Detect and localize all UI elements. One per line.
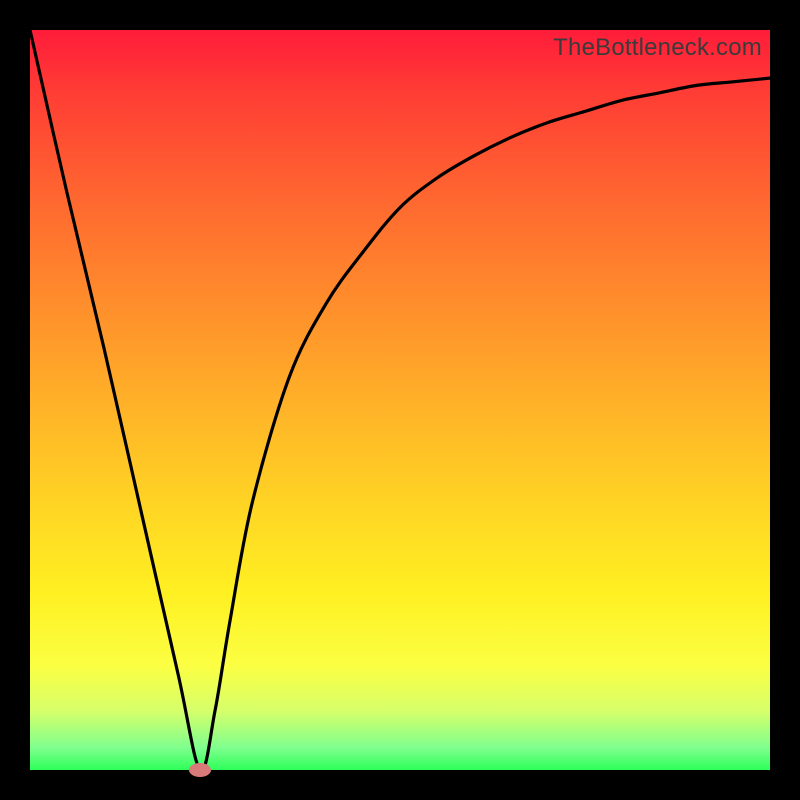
chart-frame: TheBottleneck.com [0, 0, 800, 800]
minimum-marker [189, 763, 211, 777]
plot-area: TheBottleneck.com [30, 30, 770, 770]
bottleneck-curve [30, 30, 770, 770]
